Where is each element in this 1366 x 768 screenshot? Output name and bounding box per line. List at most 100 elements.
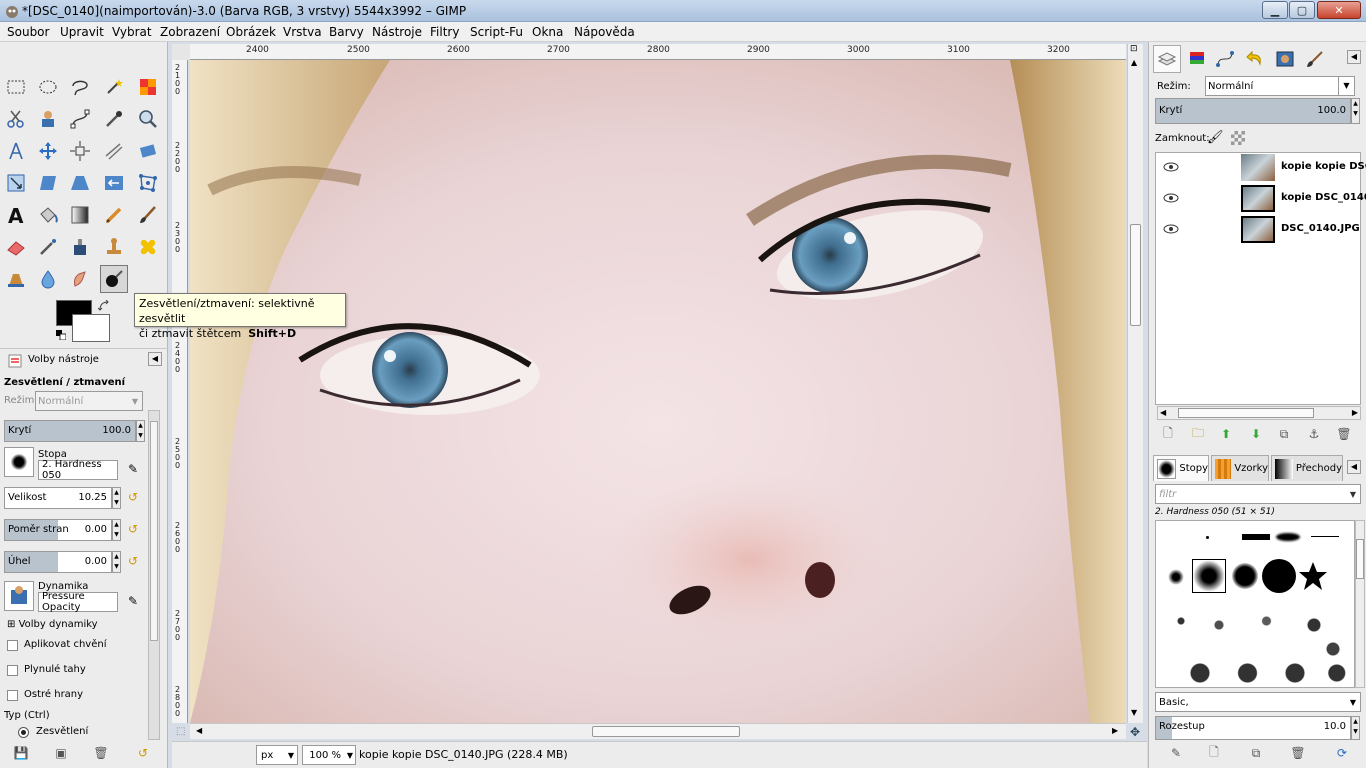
tab-paths[interactable] xyxy=(1211,45,1239,73)
reset-options-icon[interactable]: ↺ xyxy=(134,744,152,762)
dodge-burn-tool[interactable] xyxy=(100,265,128,293)
scroll-left-icon[interactable]: ◀ xyxy=(196,726,202,735)
brush-item[interactable] xyxy=(1168,569,1184,585)
menu-nastroje[interactable]: Nástroje xyxy=(372,25,422,39)
paintbrush-tool[interactable] xyxy=(134,201,162,229)
edit-brush-icon[interactable]: ✎ xyxy=(128,462,138,476)
tool-options-tab[interactable]: Volby nástroje xyxy=(28,354,99,365)
reset-colors-icon[interactable] xyxy=(56,330,66,340)
quick-mask-icon[interactable]: ⬚ xyxy=(176,726,185,737)
scissors-select-tool[interactable] xyxy=(2,105,30,133)
paths-tool[interactable] xyxy=(66,105,94,133)
tool-options-scrollbar[interactable] xyxy=(148,410,160,740)
layers-opacity-spinner[interactable]: ▲ ▼ xyxy=(1351,98,1360,124)
perspective-clone-tool[interactable] xyxy=(2,265,30,293)
blur-tool[interactable] xyxy=(34,265,62,293)
layer-row[interactable]: kopie kopie DSC_0 xyxy=(1157,152,1366,183)
hscroll-thumb[interactable] xyxy=(592,726,740,737)
brush-grid[interactable] xyxy=(1155,520,1355,688)
perspective-tool[interactable] xyxy=(66,169,94,197)
clone-tool[interactable] xyxy=(100,233,128,261)
brush-name-field[interactable]: 2. Hardness 050 xyxy=(38,459,118,481)
tab-patterns[interactable]: Vzorky xyxy=(1211,455,1269,481)
brush-scrollbar[interactable] xyxy=(1355,520,1365,688)
cage-transform-tool[interactable] xyxy=(134,169,162,197)
reset-angle-icon[interactable]: ↺ xyxy=(128,554,138,568)
menu-napoveda[interactable]: Nápověda xyxy=(574,25,635,39)
shear-tool[interactable] xyxy=(34,169,62,197)
canvas-horizontal-scrollbar[interactable]: ◀ ▶ xyxy=(190,723,1126,739)
aspect-slider[interactable]: Poměr stran 0.00 xyxy=(4,519,112,541)
tab-images[interactable] xyxy=(1271,45,1299,73)
swap-colors-icon[interactable] xyxy=(98,300,110,312)
measure-tool[interactable] xyxy=(2,137,30,165)
angle-spinner[interactable]: ▲ ▼ xyxy=(112,551,121,573)
menu-vybrat[interactable]: Vybrat xyxy=(112,25,152,39)
canvas-vertical-scrollbar[interactable]: ⊡ ▲ ▼ xyxy=(1127,44,1143,723)
lock-alpha-icon[interactable] xyxy=(1231,131,1245,145)
zoom-tool[interactable] xyxy=(134,105,162,133)
layers-opacity-slider[interactable]: Krytí 100.0 xyxy=(1155,98,1351,124)
eye-icon[interactable] xyxy=(1163,162,1179,172)
edit-brush-icon[interactable]: ✎ xyxy=(1167,744,1185,762)
eraser-tool[interactable] xyxy=(2,233,30,261)
navigation-icon[interactable]: ✥ xyxy=(1130,725,1140,739)
vertical-ruler[interactable]: 2100 2200 2300 2400 2500 2600 2700 2800 xyxy=(172,60,188,723)
flip-tool[interactable] xyxy=(100,169,128,197)
menu-okna[interactable]: Okna xyxy=(532,25,563,39)
move-tool[interactable] xyxy=(34,137,62,165)
ellipse-select-tool[interactable] xyxy=(34,73,62,101)
color-picker-tool[interactable] xyxy=(100,105,128,133)
image-canvas[interactable] xyxy=(190,60,1126,723)
apply-jitter-checkbox[interactable] xyxy=(7,640,18,651)
layers-mode-select[interactable]: Normální ▼ xyxy=(1205,76,1355,96)
spacing-slider[interactable]: Rozestup 10.0 xyxy=(1155,716,1351,740)
scroll-down-icon[interactable]: ▼ xyxy=(1131,708,1137,717)
hard-edge-checkbox[interactable] xyxy=(7,690,18,701)
airbrush-tool[interactable] xyxy=(34,233,62,261)
lower-layer-icon[interactable]: ⬇ xyxy=(1247,425,1265,443)
brush-item[interactable] xyxy=(1276,533,1300,541)
tab-brushes-editor[interactable] xyxy=(1301,45,1329,73)
foreground-select-tool[interactable] xyxy=(34,105,62,133)
smudge-tool[interactable] xyxy=(66,265,94,293)
menu-barvy[interactable]: Barvy xyxy=(329,25,364,39)
navigate-icon[interactable]: ⊡ xyxy=(1130,44,1138,54)
tab-undo-history[interactable] xyxy=(1241,45,1269,73)
dynamics-options-expander[interactable]: ⊞ Volby dynamiky xyxy=(7,619,98,630)
close-button[interactable]: ✕ xyxy=(1317,1,1361,19)
pencil-tool[interactable] xyxy=(100,201,128,229)
save-options-icon[interactable]: 💾 xyxy=(12,744,30,762)
anchor-layer-icon[interactable]: ⚓ xyxy=(1305,425,1323,443)
menu-vrstva[interactable]: Vrstva xyxy=(283,25,322,39)
select-by-color-tool[interactable] xyxy=(134,73,162,101)
scroll-left-icon[interactable]: ◀ xyxy=(1160,408,1166,417)
tab-brushes[interactable]: Stopy xyxy=(1153,455,1209,481)
scroll-right-icon[interactable]: ▶ xyxy=(1112,726,1118,735)
brush-item[interactable] xyxy=(1262,559,1296,593)
brush-scroll-thumb[interactable] xyxy=(1356,539,1364,579)
rotate-tool[interactable] xyxy=(134,137,162,165)
brush-item-selected[interactable] xyxy=(1192,559,1226,593)
duplicate-layer-icon[interactable]: ⧉ xyxy=(1275,425,1293,443)
tab-channels[interactable] xyxy=(1183,45,1211,73)
menu-zobrazeni[interactable]: Zobrazení xyxy=(160,25,220,39)
brush-item[interactable] xyxy=(1232,563,1258,589)
bucket-fill-tool[interactable] xyxy=(34,201,62,229)
eye-icon[interactable] xyxy=(1163,193,1179,203)
opacity-spinner[interactable]: ▲ ▼ xyxy=(136,420,145,442)
delete-options-icon[interactable]: 🗑 xyxy=(92,744,110,762)
zoom-select[interactable]: 100 % ▼ xyxy=(302,745,356,765)
reset-aspect-icon[interactable]: ↺ xyxy=(128,522,138,536)
tab-gradients[interactable]: Přechody xyxy=(1271,455,1343,481)
dynamics-field[interactable]: Pressure Opacity xyxy=(38,591,118,613)
size-spinner[interactable]: ▲ ▼ xyxy=(112,487,121,509)
background-color[interactable] xyxy=(72,314,110,342)
brush-filter-input[interactable]: filtr ▼ xyxy=(1155,484,1361,504)
brush-preview[interactable] xyxy=(4,447,34,477)
menu-script-fu[interactable]: Script-Fu xyxy=(470,25,523,39)
minimize-button[interactable]: ▁ xyxy=(1262,1,1288,19)
star-brush-icon[interactable] xyxy=(1298,561,1328,591)
ruler-corner[interactable] xyxy=(172,44,190,60)
refresh-brushes-icon[interactable]: ⟳ xyxy=(1333,744,1351,762)
